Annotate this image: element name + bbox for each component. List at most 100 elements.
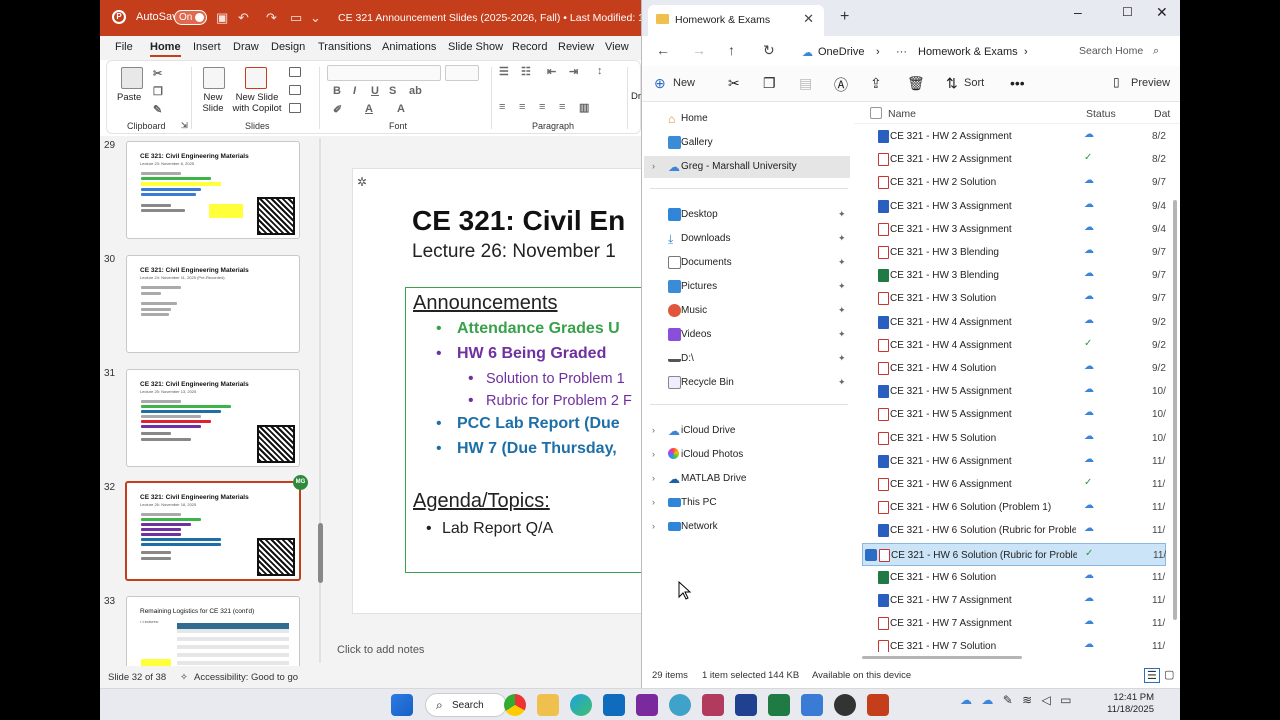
file-row[interactable]: CE 321 - HW 3 Solution ☁ 9/7: [862, 287, 1166, 310]
column-date[interactable]: Dat: [1154, 108, 1170, 120]
columns-icon[interactable]: ▥: [579, 101, 589, 114]
thumbnail-scrollbar[interactable]: [316, 138, 324, 663]
file-row[interactable]: CE 321 - HW 4 Assignment ✓ 9/2: [862, 334, 1166, 357]
maximize-icon[interactable]: ☐: [1122, 5, 1133, 19]
outdent-icon[interactable]: ⇥: [569, 65, 578, 78]
nav-network[interactable]: › Network: [644, 516, 850, 538]
menu-design[interactable]: Design: [271, 41, 305, 53]
menu-transitions[interactable]: Transitions: [318, 41, 371, 53]
volume-icon[interactable]: ◁: [1042, 693, 1051, 707]
indent-icon[interactable]: ⇤: [547, 65, 556, 78]
menu-record[interactable]: Record: [512, 41, 547, 53]
ellipsis-icon[interactable]: ···: [896, 46, 907, 58]
close-tab-icon[interactable]: ✕: [803, 11, 814, 27]
cut-icon[interactable]: ✂: [728, 75, 740, 92]
nav-videos[interactable]: Videos ✦: [644, 324, 850, 346]
slide-subtitle[interactable]: Lecture 26: November 1: [412, 241, 616, 263]
nav-home[interactable]: ⌂ Home: [644, 108, 850, 130]
refresh-icon[interactable]: ↻: [763, 42, 775, 59]
pin-icon[interactable]: ✦: [838, 305, 846, 316]
row-checkbox[interactable]: [864, 617, 876, 629]
wifi-icon[interactable]: ≋: [1022, 693, 1032, 707]
expand-chevron-icon[interactable]: ›: [652, 497, 655, 507]
file-row[interactable]: CE 321 - HW 3 Blending ☁ 9/7: [862, 264, 1166, 287]
expand-chevron-icon[interactable]: ›: [652, 161, 655, 171]
draw-group-partial[interactable]: Dra: [631, 91, 641, 102]
notes-pane[interactable]: Click to add notes: [327, 640, 641, 666]
row-checkbox[interactable]: [864, 432, 876, 444]
save-icon[interactable]: ▣: [216, 10, 228, 26]
row-checkbox[interactable]: [864, 200, 876, 212]
nav-this-pc[interactable]: › This PC: [644, 492, 850, 514]
row-checkbox[interactable]: [864, 640, 876, 652]
nav-pictures[interactable]: Pictures ✦: [644, 276, 850, 298]
breadcrumb-folder[interactable]: Homework & Exams: [918, 46, 1018, 58]
slideshow-icon[interactable]: ▭: [290, 10, 302, 26]
list-vertical-scrollbar[interactable]: [1173, 200, 1177, 620]
coauthor-avatar[interactable]: MG: [293, 475, 308, 490]
nav-icloud-drive[interactable]: › ☁ iCloud Drive: [644, 420, 850, 442]
file-row[interactable]: CE 321 - HW 4 Solution ☁ 9/2: [862, 357, 1166, 380]
section-icon[interactable]: [289, 103, 301, 113]
new-slide-button[interactable]: New Slide: [197, 92, 229, 114]
new-slide-copilot-button[interactable]: New Slide with Copilot: [231, 92, 283, 114]
expand-chevron-icon[interactable]: ›: [652, 473, 655, 483]
file-row[interactable]: CE 321 - HW 5 Assignment ☁ 10/: [862, 380, 1166, 403]
file-row[interactable]: CE 321 - HW 5 Assignment ☁ 10/: [862, 403, 1166, 426]
nav-music[interactable]: Music ✦: [644, 300, 850, 322]
start-icon[interactable]: [391, 694, 413, 716]
menu-draw[interactable]: Draw: [233, 41, 259, 53]
clipboard-launcher-icon[interactable]: ⇲: [181, 121, 188, 130]
minimize-icon[interactable]: –: [1074, 4, 1082, 20]
nav-recycle-bin[interactable]: Recycle Bin ✦: [644, 372, 850, 394]
row-checkbox[interactable]: [864, 478, 876, 490]
slide-thumbnail-32[interactable]: CE 321: Civil Engineering Materials Lect…: [125, 481, 301, 581]
new-button[interactable]: New: [673, 77, 695, 89]
file-row[interactable]: CE 321 - HW 7 Solution ☁ 11/: [862, 635, 1166, 652]
row-checkbox[interactable]: [864, 524, 876, 536]
scroll-thumb[interactable]: [318, 523, 323, 583]
menu-slide-show[interactable]: Slide Show: [448, 41, 503, 53]
row-checkbox[interactable]: [864, 153, 876, 165]
file-row[interactable]: CE 321 - HW 2 Solution ☁ 9/7: [862, 171, 1166, 194]
icloud-tray-icon[interactable]: ☁: [981, 693, 993, 707]
onedrive-tray-icon[interactable]: ☁: [960, 693, 972, 707]
font-name-select[interactable]: [327, 65, 441, 81]
font-color-icon[interactable]: A: [365, 103, 373, 115]
pin-icon[interactable]: ✦: [838, 329, 846, 340]
taskbar-search[interactable]: ⌕ Search: [425, 693, 507, 717]
accessibility-icon[interactable]: ✧: [180, 672, 188, 683]
pen-icon[interactable]: ✎: [1003, 693, 1013, 707]
file-row[interactable]: CE 321 - HW 6 Assignment ☁ 11/: [862, 450, 1166, 473]
nav-gallery[interactable]: Gallery: [644, 132, 850, 154]
slide-thumbnail-31[interactable]: CE 321: Civil Engineering Materials Lect…: [126, 369, 300, 467]
row-checkbox[interactable]: [864, 292, 876, 304]
expand-chevron-icon[interactable]: ›: [652, 521, 655, 531]
italic-icon[interactable]: I: [353, 85, 356, 97]
row-checkbox[interactable]: [864, 176, 876, 188]
powerpoint-icon[interactable]: [867, 694, 889, 716]
paste-button[interactable]: Paste: [117, 92, 141, 103]
pin-icon[interactable]: ✦: [838, 209, 846, 220]
explorer-tab[interactable]: Homework & Exams ✕: [648, 5, 824, 36]
autosave-toggle[interactable]: On: [174, 10, 207, 25]
breadcrumb-onedrive[interactable]: OneDrive: [818, 46, 864, 58]
undo-icon[interactable]: ↶: [238, 10, 249, 26]
column-name[interactable]: Name: [888, 108, 916, 120]
font-size-up-icon[interactable]: A: [397, 103, 405, 115]
file-row[interactable]: CE 321 - HW 7 Assignment ☁ 11/: [862, 612, 1166, 635]
nav-desktop[interactable]: Desktop ✦: [644, 204, 850, 226]
file-row[interactable]: CE 321 - HW 6 Solution ☁ 11/: [862, 566, 1166, 589]
file-row[interactable]: CE 321 - HW 2 Assignment ✓ 8/2: [862, 148, 1166, 171]
underline-icon[interactable]: U: [371, 85, 379, 97]
row-checkbox[interactable]: [864, 594, 876, 606]
new-slide-icon[interactable]: [203, 67, 225, 89]
nav-icloud-photos[interactable]: › iCloud Photos: [644, 444, 850, 466]
row-checkbox[interactable]: [864, 339, 876, 351]
row-checkbox[interactable]: [864, 316, 876, 328]
forward-icon[interactable]: →: [692, 42, 706, 58]
row-checkbox[interactable]: [864, 362, 876, 374]
rename-icon[interactable]: Ⓐ: [834, 75, 848, 95]
cut-icon[interactable]: ✂: [153, 67, 162, 80]
up-icon[interactable]: ↑: [728, 42, 735, 58]
